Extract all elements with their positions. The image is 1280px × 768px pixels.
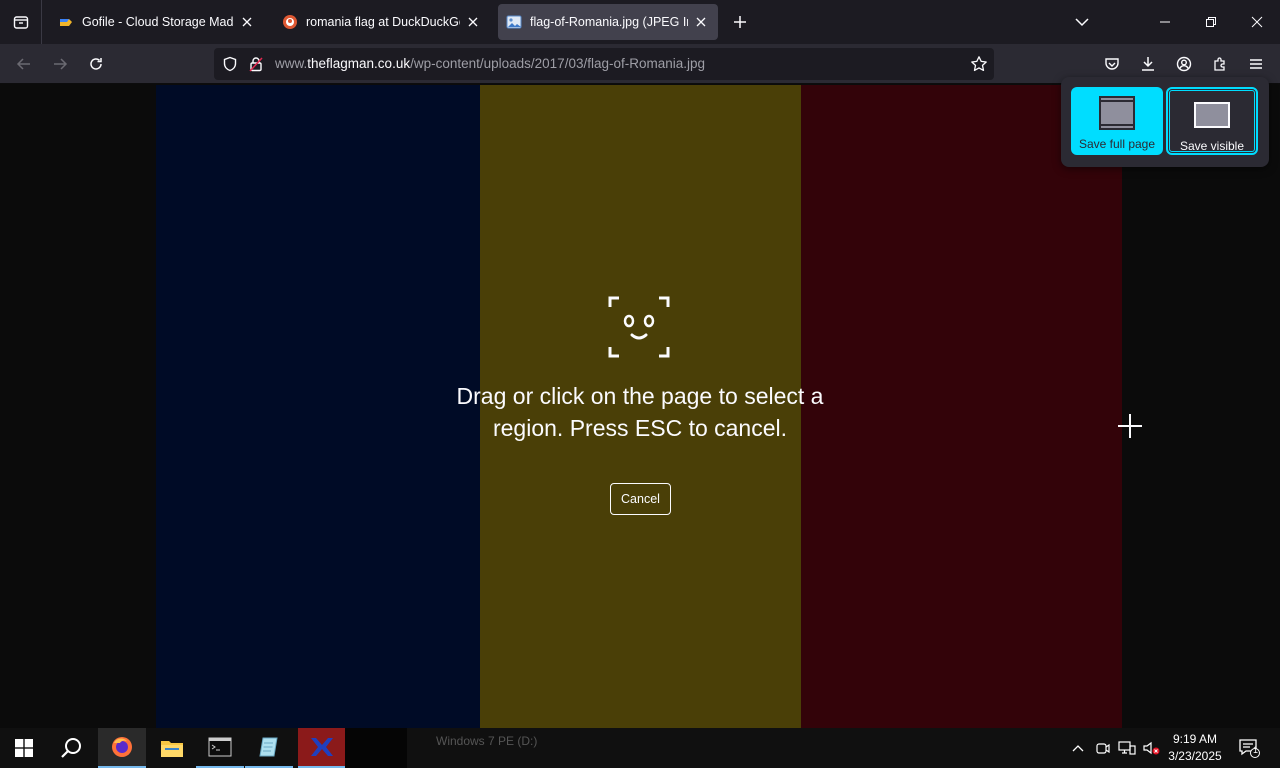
forward-button[interactable] [46, 50, 74, 78]
duckduckgo-icon [283, 15, 297, 29]
pocket-button[interactable] [1098, 50, 1126, 78]
full-page-icon [1099, 96, 1135, 130]
network-icon [1118, 741, 1136, 755]
firefox-view-button[interactable] [0, 0, 42, 44]
close-icon [1251, 16, 1263, 28]
restore-button[interactable] [1188, 0, 1234, 44]
taskbar-app-preview[interactable] [345, 728, 407, 768]
tab-title: Gofile - Cloud Storage Made Simple [82, 15, 234, 29]
url-path: /wp-content/uploads/2017/03/flag-of-Roma… [410, 56, 706, 71]
tray-volume[interactable] [1140, 728, 1162, 768]
show-hidden-icons-button[interactable] [1068, 728, 1088, 768]
taskbar-terminal[interactable] [196, 728, 244, 768]
close-icon[interactable] [692, 13, 710, 31]
account-button[interactable] [1170, 50, 1198, 78]
search-button[interactable] [48, 728, 96, 768]
save-visible-button[interactable]: Save visible [1166, 87, 1258, 155]
lock-warning-icon[interactable] [248, 56, 264, 72]
tray-meet-now[interactable] [1092, 728, 1114, 768]
minimize-button[interactable] [1142, 0, 1188, 44]
tab-duckduckgo[interactable]: romania flag at DuckDuckGo [274, 4, 490, 40]
shield-icon[interactable] [222, 56, 238, 72]
save-visible-label: Save visible [1179, 139, 1245, 153]
puzzle-icon [1214, 57, 1225, 71]
clock-time: 9:19 AM [1172, 732, 1218, 746]
taskbar-notepad[interactable] [245, 728, 293, 768]
action-center-button[interactable]: 1 [1234, 728, 1264, 768]
screenshot-face-icon [608, 296, 670, 358]
hamburger-menu-icon [1250, 59, 1262, 69]
image-icon [506, 15, 522, 29]
back-button[interactable] [10, 50, 38, 78]
terminal-icon [208, 737, 232, 757]
save-full-page-button[interactable]: Save full page [1071, 87, 1163, 155]
taskbar-firefox[interactable] [98, 728, 146, 768]
crosshair-cursor-icon [1118, 414, 1142, 438]
bookmark-star-icon[interactable] [970, 55, 988, 73]
reload-icon [90, 58, 102, 70]
folder-icon [161, 741, 183, 757]
plus-icon [734, 16, 746, 28]
close-window-button[interactable] [1234, 0, 1280, 44]
extensions-button[interactable] [1206, 50, 1234, 78]
close-icon[interactable] [238, 13, 256, 31]
visible-area-icon [1194, 102, 1230, 128]
download-icon [1142, 57, 1154, 71]
pocket-icon [1105, 58, 1119, 70]
minimize-icon [1160, 21, 1170, 23]
taskbar-file-explorer[interactable] [148, 728, 196, 768]
tab-gofile[interactable]: Gofile - Cloud Storage Made Simple [50, 4, 264, 40]
url-prefix: www. [275, 56, 308, 71]
url-bar[interactable]: www.theflagman.co.uk/wp-content/uploads/… [214, 48, 994, 80]
search-icon [61, 738, 81, 758]
save-full-page-label: Save full page [1078, 137, 1156, 151]
arrow-left-icon [16, 58, 30, 70]
camera-icon [1096, 743, 1110, 754]
clock-date: 3/23/2025 [1168, 749, 1222, 763]
windows-taskbar: Windows 7 PE (D:) 9:19 AM 3/23/2025 1 [0, 728, 1280, 768]
firefox-view-icon [13, 16, 28, 29]
tab-flag-image[interactable]: flag-of-Romania.jpg (JPEG Image [498, 4, 718, 40]
chevron-down-icon [1075, 18, 1089, 27]
url-host: theflagman.co.uk [307, 56, 411, 71]
account-icon [1176, 56, 1192, 72]
close-icon[interactable] [464, 13, 482, 31]
cancel-button[interactable]: Cancel [610, 483, 671, 515]
tab-strip: Gofile - Cloud Storage Made Simple roman… [0, 0, 1280, 44]
windows-logo-icon [15, 739, 33, 757]
notification-count: 1 [1253, 745, 1259, 755]
new-tab-button[interactable] [728, 10, 752, 34]
app-icon [311, 738, 333, 756]
notepad-icon [259, 737, 278, 757]
firefox-icon [112, 737, 132, 757]
tab-title: romania flag at DuckDuckGo [306, 15, 460, 29]
screenshot-options-panel: Save full page Save visible [1061, 77, 1269, 167]
screenshot-instructions: Drag or click on the page to select a re… [456, 383, 824, 441]
tab-title: flag-of-Romania.jpg (JPEG Image [530, 15, 688, 29]
restore-icon [1206, 17, 1216, 27]
start-button[interactable] [0, 728, 48, 768]
list-all-tabs-button[interactable] [1070, 10, 1094, 34]
taskbar-app[interactable] [298, 728, 346, 768]
system-clock[interactable]: 9:19 AM 3/23/2025 [1160, 731, 1230, 765]
reload-button[interactable] [82, 50, 110, 78]
volume-muted-icon [1143, 741, 1160, 755]
url-text[interactable]: www.theflagman.co.uk/wp-content/uploads/… [275, 56, 705, 71]
downloads-button[interactable] [1134, 50, 1162, 78]
tray-network[interactable] [1116, 728, 1138, 768]
app-menu-button[interactable] [1242, 50, 1270, 78]
hidden-window-label: Windows 7 PE (D:) [436, 734, 538, 748]
chevron-up-icon [1072, 745, 1084, 752]
gofile-icon [60, 19, 72, 26]
arrow-right-icon [54, 58, 68, 70]
